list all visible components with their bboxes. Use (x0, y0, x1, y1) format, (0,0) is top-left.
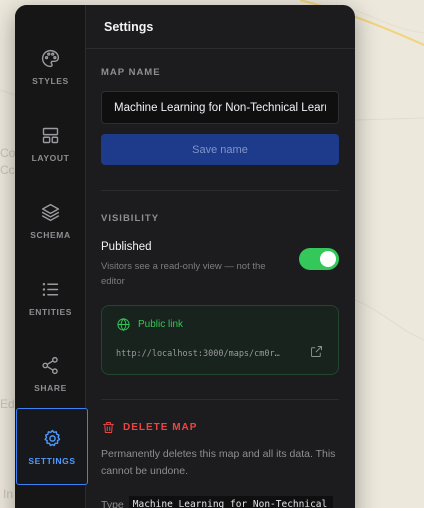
confirm-phrase: Machine Learning for Non-Technical (128, 496, 333, 508)
divider (101, 190, 339, 191)
trash-icon (103, 422, 114, 433)
map-ghost-label: In (3, 487, 14, 501)
list-icon (42, 283, 59, 296)
delete-map-title: DELETE MAP (123, 422, 198, 433)
side-rail: STYLES LAYOUT SCHEMA ENTITIES SHARE SETT… (15, 5, 88, 508)
section-label-map-name: MAP NAME (101, 67, 161, 78)
rail-item-styles[interactable]: STYLES (15, 28, 86, 106)
rail-label: SHARE (34, 383, 67, 393)
layout-icon (42, 127, 59, 144)
map-ghost-label: Ed (0, 397, 15, 411)
settings-content: Settings MAP NAME Save name VISIBILITY P… (86, 5, 355, 508)
public-link-url[interactable]: http://localhost:3000/maps/cm0r… (116, 349, 298, 359)
delete-map-header: DELETE MAP (101, 420, 339, 435)
page-title: Settings (104, 19, 154, 34)
public-link-label: Public link (138, 319, 184, 330)
rail-label: ENTITIES (28, 307, 73, 317)
open-link-button[interactable] (309, 344, 324, 364)
rail-label: STYLES (32, 76, 69, 86)
map-ghost-label: Cc (0, 163, 15, 177)
rail-item-share[interactable]: SHARE (15, 335, 86, 413)
map-name-input[interactable] (101, 91, 339, 124)
gear-icon (43, 429, 60, 446)
share-icon (42, 356, 58, 375)
save-name-button[interactable]: Save name (101, 134, 339, 165)
settings-panel: STYLES LAYOUT SCHEMA ENTITIES SHARE SETT… (15, 5, 355, 508)
published-description: Visitors see a read-only view — not the … (101, 261, 266, 287)
palette-icon (42, 49, 60, 68)
rail-label: SCHEMA (30, 230, 71, 240)
delete-confirm-instruction: Type Machine Learning for Non-Technical (101, 496, 339, 508)
rail-item-schema[interactable]: SCHEMA (15, 182, 86, 260)
rail-label: LAYOUT (31, 153, 70, 163)
toggle-knob (320, 251, 336, 267)
confirm-prefix: Type (101, 498, 124, 508)
rail-item-entities[interactable]: ENTITIES (15, 259, 86, 337)
rail-item-layout[interactable]: LAYOUT (15, 105, 86, 183)
rail-label: SETTINGS (28, 455, 76, 466)
panel-header: Settings (86, 5, 355, 49)
rail-item-settings[interactable]: SETTINGS (16, 408, 88, 485)
globe-icon (117, 318, 130, 331)
map-ghost-label: Co (0, 146, 16, 160)
delete-map-description: Permanently deletes this map and all its… (101, 448, 336, 477)
external-link-icon (311, 346, 322, 357)
published-toggle[interactable] (299, 248, 339, 270)
published-label: Published (101, 241, 152, 253)
public-link-card: Public link http://localhost:3000/maps/c… (101, 305, 339, 375)
published-row: Published Visitors see a read-only view … (101, 241, 339, 289)
section-label-visibility: VISIBILITY (101, 213, 160, 224)
divider (101, 399, 339, 400)
layers-icon (41, 203, 60, 222)
